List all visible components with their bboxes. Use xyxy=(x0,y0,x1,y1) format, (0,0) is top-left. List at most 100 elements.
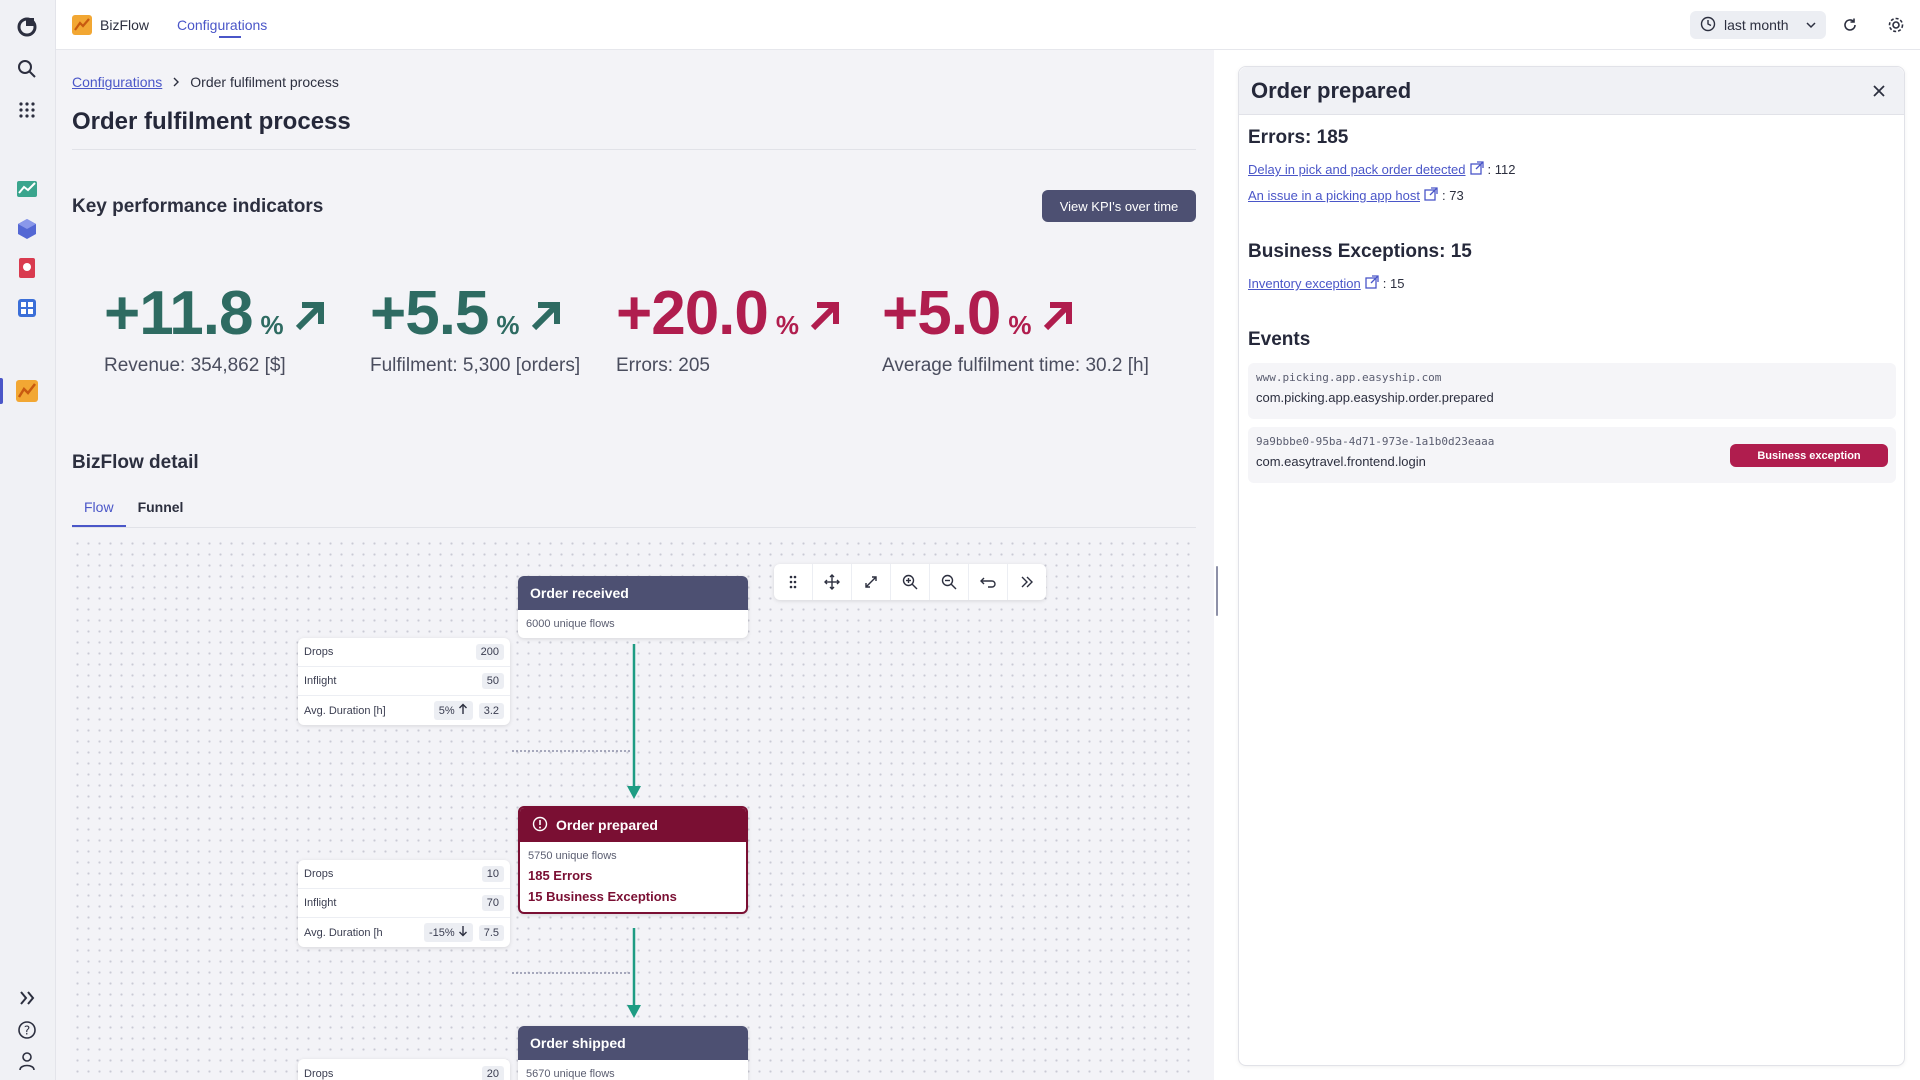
stat-change: -15% xyxy=(424,923,473,942)
collapse-toolbar-icon[interactable] xyxy=(1008,564,1046,600)
page-title: Order fulfilment process xyxy=(72,108,351,135)
bizflow-app-icon[interactable] xyxy=(12,376,42,406)
stat-change: 5% xyxy=(433,701,473,720)
expand-rail-icon[interactable] xyxy=(12,983,42,1013)
nav-active-indicator xyxy=(219,36,241,38)
stat-row-avg-duration: Avg. Duration [h -15% 7.5 xyxy=(298,918,510,947)
arrow-up-right-icon xyxy=(807,298,843,339)
business-exceptions-heading: Business Exceptions: 15 xyxy=(1248,241,1472,262)
kpi-unit: % xyxy=(260,310,284,340)
flow-stats-panel: Drops 20 xyxy=(298,1059,510,1080)
kpi-unit: % xyxy=(775,310,800,340)
fit-to-screen-icon[interactable] xyxy=(852,564,891,600)
tabs-divider xyxy=(72,527,1196,528)
notebook-app-icon[interactable] xyxy=(12,253,42,283)
error-link-delay-pick-pack[interactable]: Delay in pick and pack order detected xyxy=(1248,162,1466,177)
error-link-item: An issue in a picking app host : 73 xyxy=(1248,187,1464,204)
refresh-icon[interactable] xyxy=(1838,13,1862,37)
event-name: com.picking.app.easyship.order.prepared xyxy=(1256,390,1494,405)
kpi-fulfilment: +5.5 % Fulfilment: 5,300 [orders] xyxy=(370,278,580,377)
active-app-indicator xyxy=(0,378,3,404)
timeframe-label: last month xyxy=(1724,17,1789,33)
search-icon[interactable] xyxy=(12,54,42,84)
event-item[interactable]: www.picking.app.easyship.com com.picking… xyxy=(1248,363,1896,419)
exception-link-inventory[interactable]: Inventory exception xyxy=(1248,276,1361,291)
zoom-in-icon[interactable] xyxy=(891,564,930,600)
view-kpis-over-time-button[interactable]: View KPI's over time xyxy=(1042,190,1196,222)
node-title: Order received xyxy=(518,576,748,610)
exception-link-item: Inventory exception : 15 xyxy=(1248,275,1404,292)
flow-canvas[interactable]: Order received 6000 unique flows Drops 2… xyxy=(72,538,1196,1080)
arrow-up-right-icon xyxy=(1040,298,1076,339)
left-rail: ? xyxy=(0,0,56,1080)
external-link-icon[interactable] xyxy=(1365,275,1379,292)
exception-count: : 15 xyxy=(1382,276,1405,291)
arrow-down-icon xyxy=(458,925,468,940)
external-link-icon[interactable] xyxy=(1469,161,1484,178)
bizflow-logo-icon xyxy=(72,15,92,35)
help-icon[interactable]: ? xyxy=(12,1015,42,1045)
canvas-toolbar xyxy=(774,564,1046,600)
flow-node-order-received[interactable]: Order received 6000 unique flows xyxy=(518,576,748,638)
kpi-unit: % xyxy=(496,310,520,340)
top-bar: BizFlow Configurations last month xyxy=(56,0,1920,50)
stat-label: Avg. Duration [h xyxy=(304,926,383,939)
flow-node-order-prepared[interactable]: Order prepared 5750 unique flows 185 Err… xyxy=(518,806,748,914)
drag-handle-icon[interactable] xyxy=(774,564,813,600)
cube-app-icon[interactable] xyxy=(12,214,42,244)
kpi-label: Errors: 205 xyxy=(616,355,710,376)
errors-heading: Errors: 185 xyxy=(1248,127,1349,148)
clock-icon xyxy=(1700,16,1716,35)
settings-gear-icon[interactable] xyxy=(1884,13,1908,37)
stat-value: 7.5 xyxy=(478,924,504,941)
tab-funnel[interactable]: Funnel xyxy=(126,499,196,527)
stat-row-drops: Drops 10 xyxy=(298,860,510,889)
dynatrace-logo-icon[interactable] xyxy=(12,12,42,42)
table-app-icon[interactable] xyxy=(12,293,42,323)
chevron-down-icon xyxy=(1806,17,1816,33)
app-name[interactable]: BizFlow xyxy=(100,17,149,33)
dashboards-app-icon[interactable] xyxy=(12,174,42,204)
kpi-errors: +20.0 % Errors: 205 xyxy=(616,278,843,377)
stat-label: Inflight xyxy=(304,675,337,687)
title-divider xyxy=(72,149,1196,150)
flow-stats-panel: Drops 200 Inflight 50 Avg. Duration [h] … xyxy=(298,638,510,725)
error-link-picking-app-host[interactable]: An issue in a picking app host xyxy=(1248,188,1420,203)
timeframe-selector[interactable]: last month xyxy=(1690,11,1826,39)
apps-grid-icon[interactable] xyxy=(12,95,42,125)
reset-view-icon[interactable] xyxy=(969,564,1008,600)
breadcrumb-current: Order fulfilment process xyxy=(190,74,339,90)
event-item[interactable]: 9a9bbbe0-95ba-4d71-973e-1a1b0d23eaaa com… xyxy=(1248,427,1896,483)
kpi-label: Fulfilment: 5,300 [orders] xyxy=(370,355,581,376)
breadcrumb-link-configurations[interactable]: Configurations xyxy=(72,74,162,90)
error-link-item: Delay in pick and pack order detected : … xyxy=(1248,161,1515,178)
stat-row-drops: Drops 200 xyxy=(298,638,510,667)
user-icon[interactable] xyxy=(12,1046,42,1076)
panel-resize-handle[interactable] xyxy=(1216,566,1218,616)
svg-text:?: ? xyxy=(24,1024,30,1038)
kpi-avg-fulfilment-time: +5.0 % Average fulfilment time: 30.2 [h] xyxy=(882,278,1149,377)
pan-move-icon[interactable] xyxy=(813,564,852,600)
external-link-icon[interactable] xyxy=(1424,187,1438,204)
detail-tabs: Flow Funnel xyxy=(72,499,195,527)
node-unique-flows: 5670 unique flows xyxy=(526,1068,615,1080)
arrow-up-icon xyxy=(458,703,468,718)
nav-configurations[interactable]: Configurations xyxy=(177,17,267,33)
alert-circle-icon xyxy=(532,816,548,835)
node-header: Order prepared xyxy=(520,808,746,842)
zoom-out-icon[interactable] xyxy=(930,564,969,600)
tab-flow[interactable]: Flow xyxy=(72,499,126,527)
node-business-exceptions: 15 Business Exceptions xyxy=(528,889,677,904)
node-title: Order shipped xyxy=(518,1026,748,1060)
flow-node-order-shipped[interactable]: Order shipped 5670 unique flows xyxy=(518,1026,748,1080)
arrow-up-right-icon xyxy=(528,298,564,339)
stat-label: Drops xyxy=(304,868,334,880)
stat-row-drops: Drops 20 xyxy=(298,1059,510,1080)
stat-value: 10 xyxy=(481,866,504,882)
chevron-right-icon xyxy=(172,74,180,90)
stat-row-inflight: Inflight 50 xyxy=(298,667,510,696)
close-icon[interactable] xyxy=(1866,78,1892,104)
stat-value: 200 xyxy=(475,644,504,660)
kpi-section-title: Key performance indicators xyxy=(72,196,324,217)
kpi-value: +5.5 xyxy=(370,279,489,348)
